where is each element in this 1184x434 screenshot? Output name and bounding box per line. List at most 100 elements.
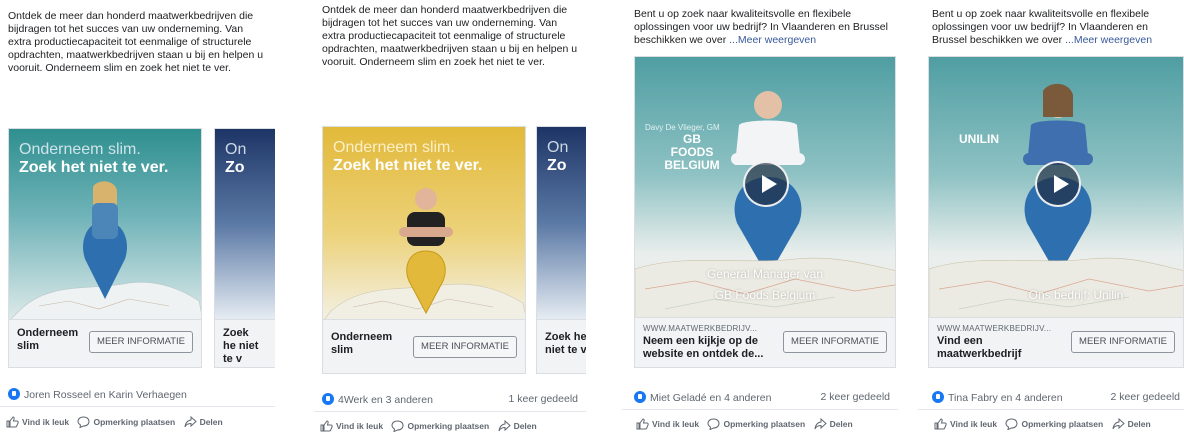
- headline-bold: Zo: [547, 157, 567, 174]
- thumbs-up-icon: [6, 416, 19, 428]
- comment-icon: [391, 420, 404, 433]
- headline-light: Onderneem slim.: [333, 139, 455, 156]
- card-title: Onderneem slim: [17, 327, 79, 352]
- reactions-names: Miet Geladé en 4 anderen: [650, 392, 772, 404]
- like-reaction-icon: [322, 393, 334, 405]
- video-player[interactable]: UNILIN Ons bedrijf: Unilin: [929, 57, 1183, 319]
- card-creative: On Zo: [537, 127, 586, 321]
- carousel-card-2[interactable]: On Zo Zoek he niet te v: [214, 128, 275, 368]
- card-title: Vind een maatwerkbedrijf: [937, 335, 1022, 360]
- share-button[interactable]: Delen: [1112, 417, 1151, 430]
- video-card[interactable]: UNILIN Ons bedrijf: Unilin WWW.MAATWERKB…: [928, 56, 1184, 368]
- speaker-name-tag: Davy De Vlieger, GM: [645, 123, 720, 132]
- share-button[interactable]: Delen: [814, 417, 853, 430]
- headline-light: On: [547, 139, 569, 156]
- share-button[interactable]: Delen: [498, 419, 537, 432]
- card-domain: WWW.MAATWERKBEDRIJV...: [643, 324, 758, 333]
- share-icon: [184, 415, 197, 428]
- ad-post-4: Bent u op zoek naar kwaliteitsvolle en f…: [918, 0, 1184, 434]
- comment-icon: [1005, 418, 1018, 431]
- action-bar: Vind ik leuk Opmerking plaatsen Delen: [6, 415, 269, 429]
- comment-button[interactable]: Opmerking plaatsen: [1005, 418, 1103, 431]
- see-more-link[interactable]: ...Meer weergeven: [729, 34, 816, 46]
- card-footer: Onderneem slim MEER INFORMATIE: [9, 319, 201, 367]
- comment-button[interactable]: Opmerking plaatsen: [77, 416, 175, 429]
- comment-icon: [77, 416, 90, 429]
- share-button[interactable]: Delen: [184, 415, 223, 428]
- post-text: Bent u op zoek naar kwaliteitsvolle en f…: [634, 8, 890, 47]
- thumbs-up-icon: [636, 418, 649, 430]
- card-creative: Onderneem slim. Zoek het niet te ver.: [9, 129, 201, 321]
- post-text: Bent u op zoek naar kwaliteitsvolle en f…: [932, 8, 1176, 47]
- share-icon: [814, 417, 827, 430]
- card-title: Zoek he niet te v: [223, 327, 259, 365]
- share-icon: [1112, 417, 1125, 430]
- person-on-pin-image: [83, 181, 127, 299]
- reactions-row[interactable]: Miet Geladé en 4 anderen 2 keer gedeeld: [634, 391, 890, 404]
- thumbs-up-icon: [320, 420, 333, 432]
- like-button[interactable]: Vind ik leuk: [636, 418, 699, 430]
- card-title: Zoek he niet te v: [545, 331, 586, 356]
- carousel-card-2[interactable]: On Zo Zoek he niet te v: [536, 126, 586, 374]
- card-domain: WWW.MAATWERKBEDRIJV...: [937, 324, 1052, 333]
- comment-button[interactable]: Opmerking plaatsen: [707, 418, 805, 431]
- reactions-names: Tina Fabry en 4 anderen: [948, 392, 1063, 404]
- comment-button[interactable]: Opmerking plaatsen: [391, 420, 489, 433]
- reactions-row[interactable]: Tina Fabry en 4 anderen 2 keer gedeeld: [932, 391, 1180, 404]
- more-info-button[interactable]: MEER INFORMATIE: [89, 331, 193, 353]
- share-icon: [498, 419, 511, 432]
- divider: [314, 411, 586, 412]
- like-reaction-icon: [932, 391, 944, 403]
- like-button[interactable]: Vind ik leuk: [6, 416, 69, 428]
- headline-bold: Zoek het niet te ver.: [19, 159, 169, 176]
- person-on-pin-image: [399, 188, 453, 315]
- card-footer: Zoek he niet te v: [215, 319, 275, 367]
- carousel-card-1[interactable]: Onderneem slim. Zoek het niet te ver. On…: [322, 126, 526, 374]
- more-info-button[interactable]: MEER INFORMATIE: [1071, 331, 1175, 353]
- reactions-names: 4Werk en 3 anderen: [338, 394, 433, 406]
- action-bar: Vind ik leuk Opmerking plaatsen Delen: [934, 417, 1178, 431]
- share-count[interactable]: 2 keer gedeeld: [821, 391, 890, 403]
- thumbs-up-icon: [934, 418, 947, 430]
- card-footer: Onderneem slim MEER INFORMATIE: [323, 319, 525, 373]
- share-count[interactable]: 2 keer gedeeld: [1111, 391, 1180, 403]
- card-title: Neem een kijkje op de website en ontdek …: [643, 335, 764, 360]
- like-reaction-icon: [634, 391, 646, 403]
- comment-icon: [707, 418, 720, 431]
- divider: [622, 409, 898, 410]
- reactions-names: Joren Rosseel en Karin Verhaegen: [24, 389, 187, 401]
- carousel-card-1[interactable]: Onderneem slim. Zoek het niet te ver. On…: [8, 128, 202, 368]
- card-footer: WWW.MAATWERKBEDRIJV... Neem een kijkje o…: [635, 317, 895, 367]
- share-count[interactable]: 1 keer gedeeld: [509, 393, 578, 405]
- headline-light: Onderneem slim.: [19, 141, 141, 158]
- video-card[interactable]: Davy De Vlieger, GM GB FOODS BELGIUM Gen…: [634, 56, 896, 368]
- post-text: Ontdek de meer dan honderd maatwerkbedri…: [8, 10, 264, 74]
- play-button[interactable]: [743, 161, 789, 207]
- like-button[interactable]: Vind ik leuk: [934, 418, 997, 430]
- card-title: Onderneem slim: [331, 331, 393, 356]
- reactions-row[interactable]: Joren Rosseel en Karin Verhaegen: [8, 388, 267, 401]
- card-creative: On Zo: [215, 129, 275, 321]
- more-info-button[interactable]: MEER INFORMATIE: [413, 336, 517, 358]
- see-more-link[interactable]: ...Meer weergeven: [1065, 34, 1152, 46]
- card-creative: Onderneem slim. Zoek het niet te ver.: [323, 127, 525, 321]
- action-bar: Vind ik leuk Opmerking plaatsen Delen: [636, 417, 892, 431]
- video-player[interactable]: Davy De Vlieger, GM GB FOODS BELGIUM Gen…: [635, 57, 895, 319]
- ad-post-1: Ontdek de meer dan honderd maatwerkbedri…: [0, 0, 275, 434]
- belgium-map-image: [929, 257, 1183, 319]
- more-info-button[interactable]: MEER INFORMATIE: [783, 331, 887, 353]
- like-button[interactable]: Vind ik leuk: [320, 420, 383, 432]
- video-caption-line-1: Ons bedrijf: Unilin: [1028, 288, 1124, 302]
- headline-light: On: [225, 141, 247, 158]
- company-brand: UNILIN: [959, 132, 999, 146]
- action-bar: Vind ik leuk Opmerking plaatsen Delen: [320, 419, 580, 433]
- play-button[interactable]: [1035, 161, 1081, 207]
- divider: [918, 409, 1184, 410]
- post-text: Ontdek de meer dan honderd maatwerkbedri…: [322, 4, 578, 68]
- like-reaction-icon: [8, 388, 20, 400]
- card-footer: WWW.MAATWERKBEDRIJV... Vind een maatwerk…: [929, 317, 1183, 367]
- reactions-row[interactable]: 4Werk en 3 anderen 1 keer gedeeld: [322, 393, 578, 406]
- headline-bold: Zoek het niet te ver.: [333, 157, 483, 174]
- card-footer: Zoek he niet te v: [537, 319, 586, 373]
- video-caption-line-2: GB Foods Belgium: [714, 288, 816, 302]
